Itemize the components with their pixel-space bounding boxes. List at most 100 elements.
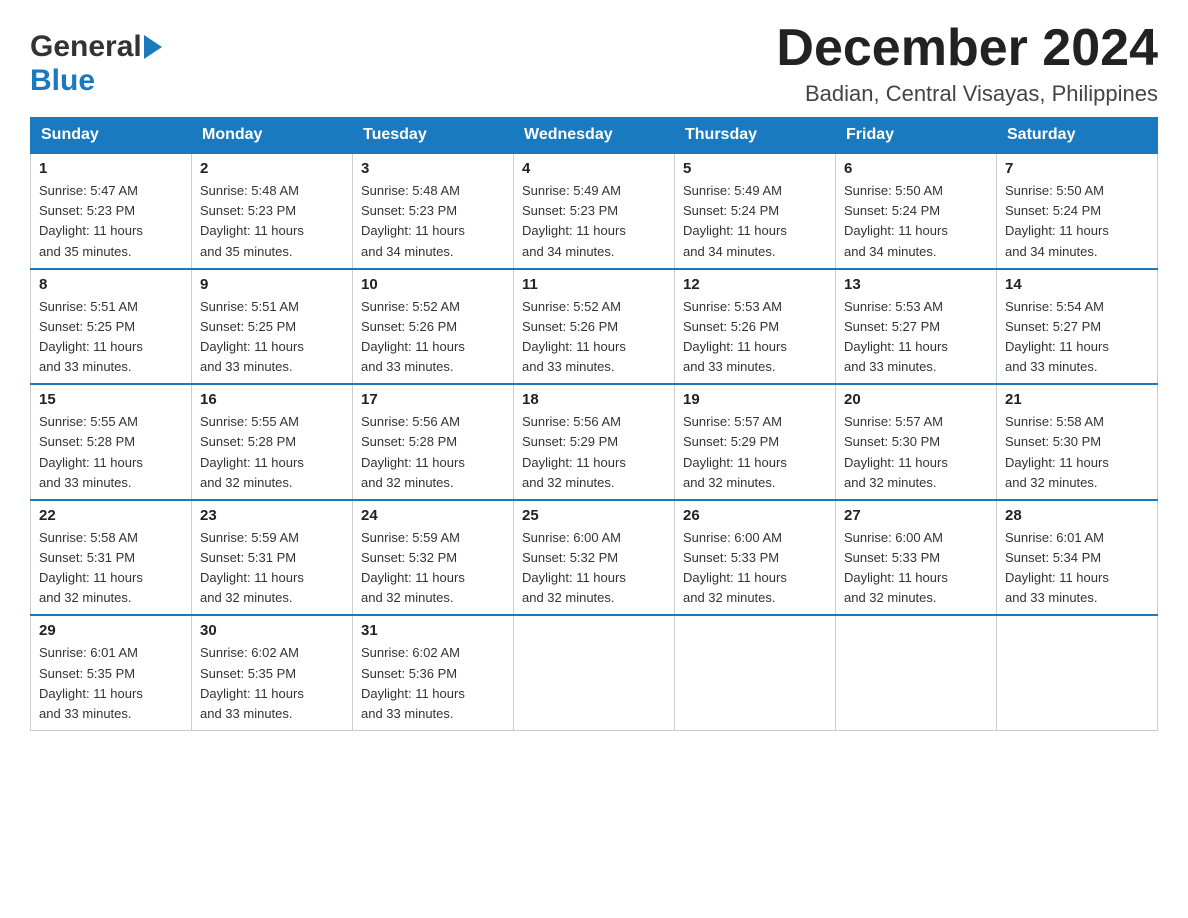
- day-info: Sunrise: 5:49 AMSunset: 5:24 PMDaylight:…: [683, 183, 787, 258]
- day-number: 1: [39, 160, 183, 177]
- day-info: Sunrise: 5:48 AMSunset: 5:23 PMDaylight:…: [200, 183, 304, 258]
- day-number: 26: [683, 507, 827, 524]
- day-info: Sunrise: 5:54 AMSunset: 5:27 PMDaylight:…: [1005, 299, 1109, 374]
- day-info: Sunrise: 6:00 AMSunset: 5:32 PMDaylight:…: [522, 530, 626, 605]
- day-info: Sunrise: 6:00 AMSunset: 5:33 PMDaylight:…: [844, 530, 948, 605]
- logo-general-text: General: [30, 30, 142, 64]
- day-info: Sunrise: 5:52 AMSunset: 5:26 PMDaylight:…: [522, 299, 626, 374]
- calendar-cell: 21 Sunrise: 5:58 AMSunset: 5:30 PMDaylig…: [997, 384, 1158, 500]
- day-number: 15: [39, 391, 183, 408]
- day-number: 3: [361, 160, 505, 177]
- calendar-cell: 31 Sunrise: 6:02 AMSunset: 5:36 PMDaylig…: [353, 615, 514, 730]
- day-info: Sunrise: 5:50 AMSunset: 5:24 PMDaylight:…: [844, 183, 948, 258]
- calendar-cell: 23 Sunrise: 5:59 AMSunset: 5:31 PMDaylig…: [192, 500, 353, 616]
- day-info: Sunrise: 5:56 AMSunset: 5:28 PMDaylight:…: [361, 414, 465, 489]
- day-number: 31: [361, 622, 505, 639]
- logo: General Blue: [30, 30, 162, 98]
- logo-arrow-icon: [144, 35, 162, 59]
- day-info: Sunrise: 5:49 AMSunset: 5:23 PMDaylight:…: [522, 183, 626, 258]
- calendar-cell: 9 Sunrise: 5:51 AMSunset: 5:25 PMDayligh…: [192, 269, 353, 385]
- day-number: 4: [522, 160, 666, 177]
- calendar-cell: 10 Sunrise: 5:52 AMSunset: 5:26 PMDaylig…: [353, 269, 514, 385]
- day-number: 25: [522, 507, 666, 524]
- day-number: 28: [1005, 507, 1149, 524]
- day-info: Sunrise: 5:51 AMSunset: 5:25 PMDaylight:…: [200, 299, 304, 374]
- calendar-cell: 7 Sunrise: 5:50 AMSunset: 5:24 PMDayligh…: [997, 153, 1158, 269]
- calendar-cell: 6 Sunrise: 5:50 AMSunset: 5:24 PMDayligh…: [836, 153, 997, 269]
- calendar-week-4: 22 Sunrise: 5:58 AMSunset: 5:31 PMDaylig…: [31, 500, 1158, 616]
- page-header: General Blue December 2024 Badian, Centr…: [30, 20, 1158, 107]
- day-info: Sunrise: 5:57 AMSunset: 5:29 PMDaylight:…: [683, 414, 787, 489]
- day-info: Sunrise: 6:00 AMSunset: 5:33 PMDaylight:…: [683, 530, 787, 605]
- calendar-cell: 11 Sunrise: 5:52 AMSunset: 5:26 PMDaylig…: [514, 269, 675, 385]
- day-info: Sunrise: 5:56 AMSunset: 5:29 PMDaylight:…: [522, 414, 626, 489]
- day-number: 14: [1005, 276, 1149, 293]
- calendar-cell: 4 Sunrise: 5:49 AMSunset: 5:23 PMDayligh…: [514, 153, 675, 269]
- title-block: December 2024 Badian, Central Visayas, P…: [776, 20, 1158, 107]
- day-number: 11: [522, 276, 666, 293]
- calendar-cell: 25 Sunrise: 6:00 AMSunset: 5:32 PMDaylig…: [514, 500, 675, 616]
- calendar-week-3: 15 Sunrise: 5:55 AMSunset: 5:28 PMDaylig…: [31, 384, 1158, 500]
- day-number: 6: [844, 160, 988, 177]
- calendar-cell: 26 Sunrise: 6:00 AMSunset: 5:33 PMDaylig…: [675, 500, 836, 616]
- day-number: 7: [1005, 160, 1149, 177]
- column-header-wednesday: Wednesday: [514, 118, 675, 154]
- calendar-week-5: 29 Sunrise: 6:01 AMSunset: 5:35 PMDaylig…: [31, 615, 1158, 730]
- calendar-table: SundayMondayTuesdayWednesdayThursdayFrid…: [30, 117, 1158, 731]
- day-info: Sunrise: 5:47 AMSunset: 5:23 PMDaylight:…: [39, 183, 143, 258]
- day-info: Sunrise: 5:51 AMSunset: 5:25 PMDaylight:…: [39, 299, 143, 374]
- calendar-cell: [836, 615, 997, 730]
- day-number: 30: [200, 622, 344, 639]
- column-header-tuesday: Tuesday: [353, 118, 514, 154]
- calendar-week-1: 1 Sunrise: 5:47 AMSunset: 5:23 PMDayligh…: [31, 153, 1158, 269]
- day-info: Sunrise: 5:59 AMSunset: 5:31 PMDaylight:…: [200, 530, 304, 605]
- calendar-cell: 3 Sunrise: 5:48 AMSunset: 5:23 PMDayligh…: [353, 153, 514, 269]
- day-number: 22: [39, 507, 183, 524]
- day-number: 10: [361, 276, 505, 293]
- calendar-cell: 5 Sunrise: 5:49 AMSunset: 5:24 PMDayligh…: [675, 153, 836, 269]
- day-info: Sunrise: 6:01 AMSunset: 5:34 PMDaylight:…: [1005, 530, 1109, 605]
- day-number: 16: [200, 391, 344, 408]
- column-header-sunday: Sunday: [31, 118, 192, 154]
- day-info: Sunrise: 6:02 AMSunset: 5:35 PMDaylight:…: [200, 645, 304, 720]
- day-info: Sunrise: 5:55 AMSunset: 5:28 PMDaylight:…: [200, 414, 304, 489]
- calendar-cell: 12 Sunrise: 5:53 AMSunset: 5:26 PMDaylig…: [675, 269, 836, 385]
- day-number: 19: [683, 391, 827, 408]
- calendar-cell: 15 Sunrise: 5:55 AMSunset: 5:28 PMDaylig…: [31, 384, 192, 500]
- day-info: Sunrise: 6:01 AMSunset: 5:35 PMDaylight:…: [39, 645, 143, 720]
- calendar-cell: 27 Sunrise: 6:00 AMSunset: 5:33 PMDaylig…: [836, 500, 997, 616]
- column-header-saturday: Saturday: [997, 118, 1158, 154]
- calendar-cell: [514, 615, 675, 730]
- calendar-cell: 19 Sunrise: 5:57 AMSunset: 5:29 PMDaylig…: [675, 384, 836, 500]
- day-number: 8: [39, 276, 183, 293]
- calendar-cell: 18 Sunrise: 5:56 AMSunset: 5:29 PMDaylig…: [514, 384, 675, 500]
- column-header-monday: Monday: [192, 118, 353, 154]
- calendar-cell: 16 Sunrise: 5:55 AMSunset: 5:28 PMDaylig…: [192, 384, 353, 500]
- day-info: Sunrise: 5:53 AMSunset: 5:27 PMDaylight:…: [844, 299, 948, 374]
- day-number: 21: [1005, 391, 1149, 408]
- day-info: Sunrise: 5:58 AMSunset: 5:31 PMDaylight:…: [39, 530, 143, 605]
- calendar-cell: [675, 615, 836, 730]
- calendar-cell: [997, 615, 1158, 730]
- day-number: 23: [200, 507, 344, 524]
- day-number: 17: [361, 391, 505, 408]
- calendar-cell: 29 Sunrise: 6:01 AMSunset: 5:35 PMDaylig…: [31, 615, 192, 730]
- day-info: Sunrise: 5:48 AMSunset: 5:23 PMDaylight:…: [361, 183, 465, 258]
- calendar-cell: 20 Sunrise: 5:57 AMSunset: 5:30 PMDaylig…: [836, 384, 997, 500]
- location-subtitle: Badian, Central Visayas, Philippines: [776, 81, 1158, 107]
- month-title: December 2024: [776, 20, 1158, 77]
- calendar-cell: 1 Sunrise: 5:47 AMSunset: 5:23 PMDayligh…: [31, 153, 192, 269]
- day-info: Sunrise: 5:53 AMSunset: 5:26 PMDaylight:…: [683, 299, 787, 374]
- calendar-cell: 8 Sunrise: 5:51 AMSunset: 5:25 PMDayligh…: [31, 269, 192, 385]
- day-number: 2: [200, 160, 344, 177]
- day-info: Sunrise: 5:52 AMSunset: 5:26 PMDaylight:…: [361, 299, 465, 374]
- logo-blue-text: Blue: [30, 64, 95, 97]
- day-info: Sunrise: 6:02 AMSunset: 5:36 PMDaylight:…: [361, 645, 465, 720]
- column-header-friday: Friday: [836, 118, 997, 154]
- day-info: Sunrise: 5:58 AMSunset: 5:30 PMDaylight:…: [1005, 414, 1109, 489]
- day-number: 13: [844, 276, 988, 293]
- day-number: 24: [361, 507, 505, 524]
- day-number: 9: [200, 276, 344, 293]
- day-info: Sunrise: 5:57 AMSunset: 5:30 PMDaylight:…: [844, 414, 948, 489]
- day-number: 29: [39, 622, 183, 639]
